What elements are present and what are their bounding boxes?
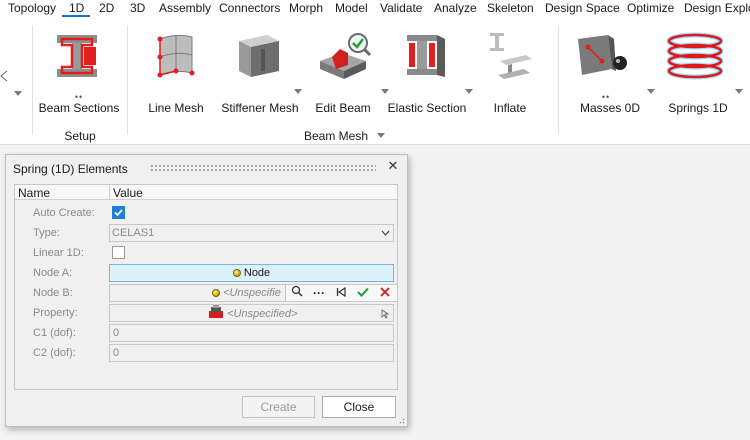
masses-0d-label: Masses 0D xyxy=(579,101,641,115)
group-label-setup: Setup xyxy=(64,129,96,143)
node-a-value: Node xyxy=(243,267,271,279)
stiffener-mesh-dropdown-icon[interactable] xyxy=(294,89,302,94)
type-label: Type: xyxy=(33,227,60,239)
menu-assembly[interactable]: Assembly xyxy=(159,1,211,15)
menu-2d[interactable]: 2D xyxy=(99,1,114,15)
c1-dof-label: C1 (dof): xyxy=(33,327,76,339)
menu-skeleton[interactable]: Skeleton xyxy=(487,1,534,15)
menu-model[interactable]: Model xyxy=(335,1,368,15)
ribbon-separator xyxy=(127,25,128,135)
masses-0d-icon xyxy=(578,35,627,75)
property-icon xyxy=(209,305,223,318)
menu-optimize[interactable]: Optimize xyxy=(627,1,674,15)
masses-0d-dropdown-icon[interactable] xyxy=(647,89,655,94)
springs-1d-label: Springs 1D xyxy=(668,101,728,115)
beam-sections-icon xyxy=(57,35,97,77)
cursor-pointer-icon xyxy=(381,309,389,319)
property-label: Property: xyxy=(33,307,78,319)
node-icon xyxy=(232,269,241,277)
checkmark-icon xyxy=(114,209,123,217)
dialog-drag-handle[interactable] xyxy=(150,164,376,172)
c1-dof-input[interactable]: 0 xyxy=(109,324,394,342)
node-a-label: Node A: xyxy=(33,267,73,279)
ribbon: •• Beam Sections Setup Line Mesh Stiffen… xyxy=(0,17,750,145)
edit-beam-icon xyxy=(320,33,372,79)
chevron-down-icon xyxy=(381,230,390,236)
line-mesh-label: Line Mesh xyxy=(148,101,204,115)
column-header-name: Name xyxy=(18,186,51,200)
stiffener-mesh-label: Stiffener Mesh xyxy=(221,101,299,115)
auto-create-label: Auto Create: xyxy=(33,207,95,219)
spring-1d-elements-dialog: Spring (1D) Elements ✕ Name Value Auto C… xyxy=(5,154,408,427)
column-divider[interactable] xyxy=(109,185,110,200)
inflate-label: Inflate xyxy=(493,101,527,115)
menu-bar: Topology 1D 2D 3D Assembly Connectors Mo… xyxy=(0,0,750,17)
group-label-beam-mesh: Beam Mesh xyxy=(303,129,369,143)
properties-grid: Name Value Auto Create: Type: CELAS1 Lin… xyxy=(14,184,398,390)
auto-create-checkbox[interactable] xyxy=(112,206,125,219)
linear-1d-checkbox[interactable] xyxy=(112,246,125,259)
c1-dof-value: 0 xyxy=(113,327,120,339)
menu-analyze[interactable]: Analyze xyxy=(434,1,477,15)
node-b-label: Node B: xyxy=(33,287,73,299)
c2-dof-value: 0 xyxy=(113,347,120,359)
property-value: <Unspecified> xyxy=(227,308,298,320)
node-icon xyxy=(212,289,220,297)
line-mesh-icon xyxy=(157,34,195,78)
beam-mesh-group-dropdown-icon[interactable] xyxy=(377,133,385,138)
menu-design-space[interactable]: Design Space xyxy=(545,1,620,15)
node-b-content: <Unspecifie xyxy=(212,285,281,301)
type-select[interactable]: CELAS1 xyxy=(109,224,394,242)
ribbon-left-dropdown-icon[interactable] xyxy=(14,91,22,96)
menu-topology[interactable]: Topology xyxy=(8,1,56,15)
node-b-toolbar: ··· xyxy=(285,284,398,302)
more-options-icon[interactable]: ··· xyxy=(308,285,330,301)
ribbon-separator xyxy=(558,25,559,135)
dialog-close-icon[interactable]: ✕ xyxy=(386,159,400,173)
create-button[interactable]: Create xyxy=(242,396,315,418)
c2-dof-label: C2 (dof): xyxy=(33,347,76,359)
ribbon-separator xyxy=(32,25,33,135)
stiffener-mesh-icon xyxy=(239,35,279,77)
node-a-selector[interactable]: Node xyxy=(109,264,394,282)
grid-header: Name Value xyxy=(15,185,397,200)
springs-1d-dropdown-icon[interactable] xyxy=(735,89,743,94)
menu-design-explorer[interactable]: Design Explor xyxy=(684,1,750,15)
menu-validate[interactable]: Validate xyxy=(380,1,422,15)
column-header-value: Value xyxy=(113,186,143,200)
node-b-value: <Unspecifie xyxy=(223,287,281,299)
ribbon-scroll-left-icon[interactable] xyxy=(0,71,8,81)
search-icon[interactable] xyxy=(286,285,308,301)
property-content: <Unspecified> xyxy=(208,305,297,322)
confirm-icon[interactable] xyxy=(352,285,374,301)
resize-grip-icon[interactable] xyxy=(397,416,405,424)
app-window: Topology 1D 2D 3D Assembly Connectors Mo… xyxy=(0,0,750,440)
c2-dof-input[interactable]: 0 xyxy=(109,344,394,362)
linear-1d-label: Linear 1D: xyxy=(33,247,84,259)
reset-icon[interactable] xyxy=(330,285,352,301)
springs-1d-icon xyxy=(666,32,724,80)
edit-beam-dropdown-icon[interactable] xyxy=(381,89,389,94)
elastic-section-dropdown-icon[interactable] xyxy=(465,89,473,94)
elastic-section-icon xyxy=(407,35,445,77)
close-button[interactable]: Close xyxy=(322,396,396,418)
elastic-section-label: Elastic Section xyxy=(387,101,467,115)
cancel-icon[interactable] xyxy=(374,285,396,301)
inflate-icon xyxy=(490,33,532,79)
edit-beam-label: Edit Beam xyxy=(315,101,371,115)
type-value: CELAS1 xyxy=(112,227,155,239)
property-selector[interactable]: <Unspecified> xyxy=(109,304,394,322)
dialog-title: Spring (1D) Elements xyxy=(13,162,128,176)
menu-morph[interactable]: Morph xyxy=(289,1,323,15)
menu-3d[interactable]: 3D xyxy=(130,1,145,15)
menu-1d[interactable]: 1D xyxy=(69,1,84,15)
menu-connectors[interactable]: Connectors xyxy=(219,1,280,15)
beam-sections-label: Beam Sections xyxy=(38,101,120,115)
